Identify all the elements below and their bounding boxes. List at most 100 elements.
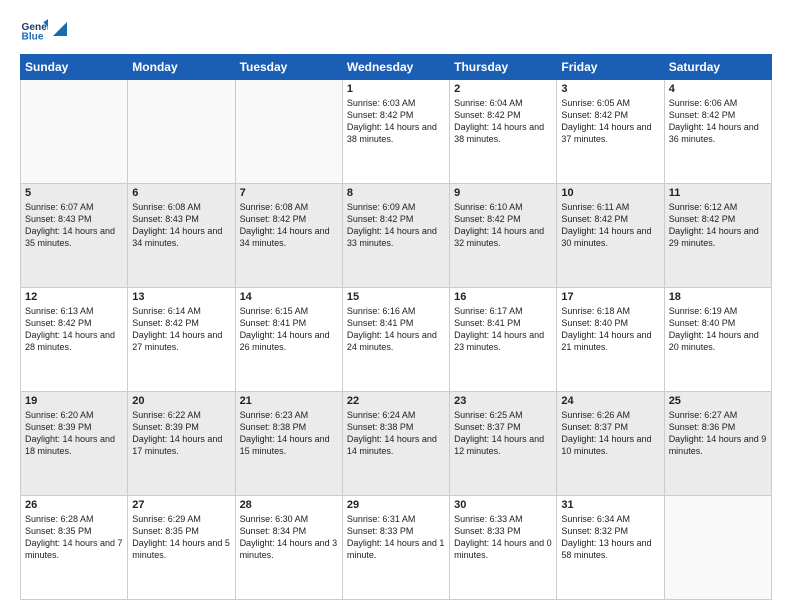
cell-text: Sunrise: 6:03 AMSunset: 8:42 PMDaylight:… bbox=[347, 97, 445, 146]
day-number: 1 bbox=[347, 83, 445, 95]
calendar-cell bbox=[235, 80, 342, 184]
day-number: 27 bbox=[132, 499, 230, 511]
cell-text: Sunrise: 6:12 AMSunset: 8:42 PMDaylight:… bbox=[669, 201, 767, 250]
calendar-cell bbox=[128, 80, 235, 184]
calendar-cell: 20 Sunrise: 6:22 AMSunset: 8:39 PMDayligh… bbox=[128, 392, 235, 496]
cell-text: Sunrise: 6:34 AMSunset: 8:32 PMDaylight:… bbox=[561, 513, 659, 562]
day-header-tuesday: Tuesday bbox=[235, 55, 342, 80]
day-header-wednesday: Wednesday bbox=[342, 55, 449, 80]
calendar-cell: 8 Sunrise: 6:09 AMSunset: 8:42 PMDaylight… bbox=[342, 184, 449, 288]
calendar-cell: 26 Sunrise: 6:28 AMSunset: 8:35 PMDayligh… bbox=[21, 496, 128, 600]
cell-text: Sunrise: 6:04 AMSunset: 8:42 PMDaylight:… bbox=[454, 97, 552, 146]
day-header-monday: Monday bbox=[128, 55, 235, 80]
calendar-cell: 10Sunrise: 6:11 AMSunset: 8:42 PMDayligh… bbox=[557, 184, 664, 288]
cell-text: Sunrise: 6:09 AMSunset: 8:42 PMDaylight:… bbox=[347, 201, 445, 250]
cell-text: Sunrise: 6:14 AMSunset: 8:42 PMDaylight:… bbox=[132, 305, 230, 354]
calendar-cell: 5 Sunrise: 6:07 AMSunset: 8:43 PMDaylight… bbox=[21, 184, 128, 288]
day-number: 29 bbox=[347, 499, 445, 511]
calendar-cell: 1 Sunrise: 6:03 AMSunset: 8:42 PMDaylight… bbox=[342, 80, 449, 184]
cell-text: Sunrise: 6:05 AMSunset: 8:42 PMDaylight:… bbox=[561, 97, 659, 146]
cell-text: Sunrise: 6:18 AMSunset: 8:40 PMDaylight:… bbox=[561, 305, 659, 354]
day-header-thursday: Thursday bbox=[450, 55, 557, 80]
calendar-cell: 4 Sunrise: 6:06 AMSunset: 8:42 PMDaylight… bbox=[664, 80, 771, 184]
day-number: 5 bbox=[25, 187, 123, 199]
day-header-saturday: Saturday bbox=[664, 55, 771, 80]
calendar-cell: 16 Sunrise: 6:17 AMSunset: 8:41 PMDayligh… bbox=[450, 288, 557, 392]
cell-text: Sunrise: 6:08 AMSunset: 8:43 PMDaylight:… bbox=[132, 201, 230, 250]
calendar-cell: 18 Sunrise: 6:19 AMSunset: 8:40 PMDayligh… bbox=[664, 288, 771, 392]
day-number: 6 bbox=[132, 187, 230, 199]
calendar-cell: 2Sunrise: 6:04 AMSunset: 8:42 PMDaylight… bbox=[450, 80, 557, 184]
cell-text: Sunrise: 6:33 AMSunset: 8:33 PMDaylight:… bbox=[454, 513, 552, 562]
calendar-cell: 19 Sunrise: 6:20 AMSunset: 8:39 PMDayligh… bbox=[21, 392, 128, 496]
calendar-week-row: 1 Sunrise: 6:03 AMSunset: 8:42 PMDaylight… bbox=[21, 80, 772, 184]
calendar-cell bbox=[21, 80, 128, 184]
cell-text: Sunrise: 6:31 AMSunset: 8:33 PMDaylight:… bbox=[347, 513, 445, 562]
day-number: 8 bbox=[347, 187, 445, 199]
cell-text: Sunrise: 6:07 AMSunset: 8:43 PMDaylight:… bbox=[25, 201, 123, 250]
cell-text: Sunrise: 6:30 AMSunset: 8:34 PMDaylight:… bbox=[240, 513, 338, 562]
calendar-cell: 23Sunrise: 6:25 AMSunset: 8:37 PMDayligh… bbox=[450, 392, 557, 496]
calendar-cell: 31 Sunrise: 6:34 AMSunset: 8:32 PMDayligh… bbox=[557, 496, 664, 600]
cell-text: Sunrise: 6:10 AMSunset: 8:42 PMDaylight:… bbox=[454, 201, 552, 250]
day-number: 30 bbox=[454, 499, 552, 511]
cell-text: Sunrise: 6:06 AMSunset: 8:42 PMDaylight:… bbox=[669, 97, 767, 146]
cell-text: Sunrise: 6:17 AMSunset: 8:41 PMDaylight:… bbox=[454, 305, 552, 354]
day-number: 15 bbox=[347, 291, 445, 303]
cell-text: Sunrise: 6:15 AMSunset: 8:41 PMDaylight:… bbox=[240, 305, 338, 354]
logo: General Blue bbox=[20, 16, 67, 44]
day-number: 24 bbox=[561, 395, 659, 407]
calendar-cell: 13 Sunrise: 6:14 AMSunset: 8:42 PMDayligh… bbox=[128, 288, 235, 392]
cell-text: Sunrise: 6:28 AMSunset: 8:35 PMDaylight:… bbox=[25, 513, 123, 562]
day-number: 31 bbox=[561, 499, 659, 511]
calendar-cell bbox=[664, 496, 771, 600]
cell-text: Sunrise: 6:27 AMSunset: 8:36 PMDaylight:… bbox=[669, 409, 767, 458]
calendar-cell: 25 Sunrise: 6:27 AMSunset: 8:36 PMDayligh… bbox=[664, 392, 771, 496]
cell-text: Sunrise: 6:13 AMSunset: 8:42 PMDaylight:… bbox=[25, 305, 123, 354]
calendar-cell: 15 Sunrise: 6:16 AMSunset: 8:41 PMDayligh… bbox=[342, 288, 449, 392]
day-number: 9 bbox=[454, 187, 552, 199]
day-number: 28 bbox=[240, 499, 338, 511]
calendar-cell: 28 Sunrise: 6:30 AMSunset: 8:34 PMDayligh… bbox=[235, 496, 342, 600]
day-number: 21 bbox=[240, 395, 338, 407]
calendar-cell: 7Sunrise: 6:08 AMSunset: 8:42 PMDaylight… bbox=[235, 184, 342, 288]
day-number: 18 bbox=[669, 291, 767, 303]
logo-triangle-icon bbox=[53, 22, 67, 36]
day-number: 23 bbox=[454, 395, 552, 407]
day-number: 13 bbox=[132, 291, 230, 303]
calendar-cell: 3 Sunrise: 6:05 AMSunset: 8:42 PMDaylight… bbox=[557, 80, 664, 184]
calendar-week-row: 19 Sunrise: 6:20 AMSunset: 8:39 PMDayligh… bbox=[21, 392, 772, 496]
day-number: 4 bbox=[669, 83, 767, 95]
day-number: 25 bbox=[669, 395, 767, 407]
day-number: 20 bbox=[132, 395, 230, 407]
page: General Blue Su bbox=[0, 0, 792, 612]
calendar-cell: 29 Sunrise: 6:31 AMSunset: 8:33 PMDayligh… bbox=[342, 496, 449, 600]
cell-text: Sunrise: 6:26 AMSunset: 8:37 PMDaylight:… bbox=[561, 409, 659, 458]
cell-text: Sunrise: 6:08 AMSunset: 8:42 PMDaylight:… bbox=[240, 201, 338, 250]
calendar-cell: 11 Sunrise: 6:12 AMSunset: 8:42 PMDayligh… bbox=[664, 184, 771, 288]
logo-icon: General Blue bbox=[20, 16, 48, 44]
cell-text: Sunrise: 6:16 AMSunset: 8:41 PMDaylight:… bbox=[347, 305, 445, 354]
calendar-table: SundayMondayTuesdayWednesdayThursdayFrid… bbox=[20, 54, 772, 600]
day-number: 14 bbox=[240, 291, 338, 303]
cell-text: Sunrise: 6:11 AMSunset: 8:42 PMDaylight:… bbox=[561, 201, 659, 250]
calendar-cell: 17Sunrise: 6:18 AMSunset: 8:40 PMDayligh… bbox=[557, 288, 664, 392]
calendar-cell: 12 Sunrise: 6:13 AMSunset: 8:42 PMDayligh… bbox=[21, 288, 128, 392]
svg-text:Blue: Blue bbox=[22, 31, 44, 42]
day-number: 26 bbox=[25, 499, 123, 511]
day-number: 19 bbox=[25, 395, 123, 407]
calendar-cell: 6 Sunrise: 6:08 AMSunset: 8:43 PMDaylight… bbox=[128, 184, 235, 288]
day-number: 3 bbox=[561, 83, 659, 95]
cell-text: Sunrise: 6:22 AMSunset: 8:39 PMDaylight:… bbox=[132, 409, 230, 458]
day-number: 12 bbox=[25, 291, 123, 303]
cell-text: Sunrise: 6:29 AMSunset: 8:35 PMDaylight:… bbox=[132, 513, 230, 562]
day-header-sunday: Sunday bbox=[21, 55, 128, 80]
day-number: 11 bbox=[669, 187, 767, 199]
day-number: 16 bbox=[454, 291, 552, 303]
calendar-cell: 21Sunrise: 6:23 AMSunset: 8:38 PMDayligh… bbox=[235, 392, 342, 496]
calendar-week-row: 12 Sunrise: 6:13 AMSunset: 8:42 PMDayligh… bbox=[21, 288, 772, 392]
calendar-cell: 14 Sunrise: 6:15 AMSunset: 8:41 PMDayligh… bbox=[235, 288, 342, 392]
cell-text: Sunrise: 6:20 AMSunset: 8:39 PMDaylight:… bbox=[25, 409, 123, 458]
calendar-week-row: 26 Sunrise: 6:28 AMSunset: 8:35 PMDayligh… bbox=[21, 496, 772, 600]
cell-text: Sunrise: 6:19 AMSunset: 8:40 PMDaylight:… bbox=[669, 305, 767, 354]
